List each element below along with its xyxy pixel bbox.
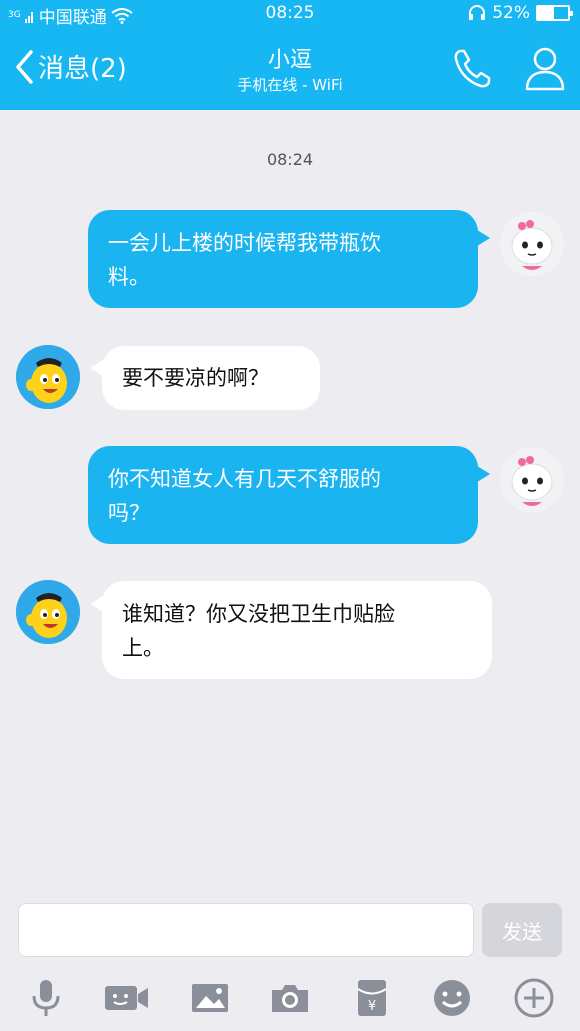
person-icon	[525, 47, 565, 91]
microphone-icon	[32, 980, 60, 1016]
cartoon-face-avatar	[500, 448, 564, 512]
status-right: 52%	[468, 3, 573, 23]
message-bubble-sent[interactable]: 一会儿上楼的时候帮我带瓶饮 料。	[88, 210, 478, 308]
cartoon-mascot-avatar	[16, 345, 80, 409]
send-button[interactable]: 发送	[482, 903, 562, 957]
message-line: 你不知道女人有几天不舒服的	[108, 467, 381, 491]
message-line: 上。	[122, 636, 164, 660]
plus-icon	[514, 978, 554, 1018]
contact-status: 手机在线 - WiFi	[237, 76, 343, 94]
red-packet-icon: ¥	[357, 980, 387, 1016]
bubble-tail	[474, 228, 490, 248]
cartoon-mascot-avatar	[16, 580, 80, 644]
image-icon	[192, 984, 228, 1012]
message-bubble-received[interactable]: 要不要凉的啊？	[102, 346, 320, 410]
battery-percent: 52%	[492, 3, 530, 23]
more-button[interactable]	[512, 976, 556, 1020]
chat-timestamp: 08:24	[266, 150, 314, 169]
my-avatar[interactable]	[500, 448, 564, 512]
composer: 发送	[0, 893, 580, 965]
chat-header: 消息(2) 小逗 手机在线 - WiFi	[0, 28, 580, 110]
red-packet-button[interactable]: ¥	[350, 976, 394, 1020]
contact-avatar[interactable]	[16, 345, 80, 409]
phone-icon	[454, 49, 491, 88]
message-line: 料。	[108, 265, 150, 289]
message-line: 一会儿上楼的时候帮我带瓶饮	[108, 231, 381, 255]
call-button[interactable]	[452, 48, 492, 94]
video-button[interactable]	[104, 976, 148, 1020]
emoji-icon	[434, 980, 470, 1016]
video-icon	[105, 986, 148, 1010]
message-bubble-received[interactable]: 谁知道？你又没把卫生巾贴脸 上。	[102, 581, 492, 679]
contact-avatar[interactable]	[16, 580, 80, 644]
message-line: 要不要凉的啊？	[122, 366, 269, 390]
message-line: 吗？	[108, 501, 150, 525]
status-bar: 3G 中国联通 08:25 52%	[0, 0, 580, 28]
my-avatar[interactable]	[500, 212, 564, 276]
image-button[interactable]	[188, 976, 232, 1020]
bubble-tail	[474, 464, 490, 484]
camera-icon	[272, 985, 308, 1012]
svg-text:¥: ¥	[368, 999, 376, 1014]
battery-icon	[536, 5, 573, 21]
profile-button[interactable]	[524, 44, 566, 96]
camera-button[interactable]	[268, 976, 312, 1020]
input-toolbar: ¥	[0, 968, 580, 1031]
emoji-button[interactable]	[430, 976, 474, 1020]
headset-icon	[469, 5, 486, 20]
battery-level	[538, 7, 554, 19]
cartoon-face-avatar	[500, 212, 564, 276]
message-bubble-sent[interactable]: 你不知道女人有几天不舒服的 吗？	[88, 446, 478, 544]
message-input[interactable]	[18, 903, 474, 957]
contact-name: 小逗	[267, 48, 312, 73]
voice-button[interactable]	[24, 976, 68, 1020]
message-line: 谁知道？你又没把卫生巾贴脸	[122, 602, 395, 626]
